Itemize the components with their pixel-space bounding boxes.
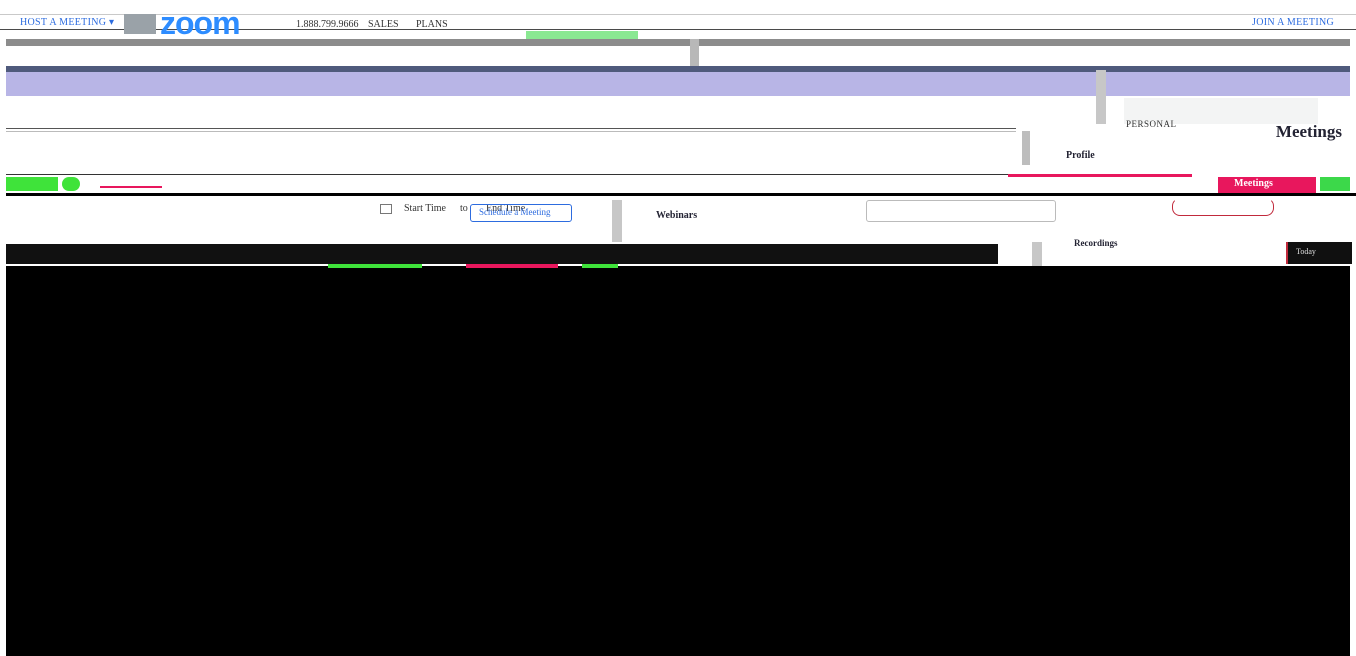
- sidebar-highlight-outline: [1172, 198, 1274, 216]
- sidebar-item-meetings[interactable]: Meetings: [1234, 178, 1273, 189]
- pink-accent-line: [1008, 174, 1192, 177]
- tab-indicator-green: [328, 264, 422, 268]
- divider-stub: [690, 39, 699, 67]
- sidebar-section-label: PERSONAL: [1126, 119, 1177, 129]
- page-title: Meetings: [1275, 122, 1342, 141]
- zoom-web-page: HOST A MEETING ▾ zoom 1.888.799.9666 SAL…: [0, 0, 1356, 656]
- tab-indicator-green-2: [582, 264, 618, 268]
- to-label: to: [460, 203, 468, 214]
- zoom-logo[interactable]: zoom: [160, 7, 241, 39]
- content-rule-2: [6, 131, 1016, 132]
- date-range-box[interactable]: [866, 200, 1056, 222]
- today-badge[interactable]: Today: [1286, 242, 1352, 264]
- green-tab-marker: [6, 177, 58, 191]
- schedule-meeting-button[interactable]: Schedule a Meeting: [470, 204, 572, 222]
- start-time-field[interactable]: Start Time: [404, 203, 446, 214]
- schedule-meeting-label: Schedule a Meeting: [479, 207, 551, 217]
- join-meeting-link[interactable]: JOIN A MEETING: [1252, 17, 1334, 28]
- content-rule: [6, 128, 1016, 129]
- host-meeting-menu[interactable]: HOST A MEETING ▾: [20, 17, 114, 28]
- banner-divider: [1096, 70, 1106, 124]
- sidebar-rail: [1022, 131, 1030, 165]
- active-tab-underline: [100, 186, 162, 188]
- sidebar-item-webinars[interactable]: Webinars: [656, 210, 697, 221]
- nav-divider: [6, 39, 1350, 46]
- calendar-icon[interactable]: [380, 204, 392, 214]
- tabs-rule: [6, 174, 1016, 175]
- plans-link[interactable]: PLANS: [416, 19, 448, 30]
- meetings-list-area: [6, 266, 1350, 656]
- toolbar-rule: [6, 193, 1356, 196]
- green-pill: [62, 177, 80, 191]
- tab-indicator-pink: [466, 264, 558, 268]
- today-badge-label: Today: [1296, 247, 1316, 256]
- table-header-bar: [6, 244, 998, 264]
- glitch-strip: [526, 31, 638, 39]
- avatar[interactable]: [124, 14, 156, 34]
- recordings-rail: [1032, 242, 1042, 268]
- green-corner: [1320, 177, 1350, 191]
- sidebar-item-profile[interactable]: Profile: [1066, 150, 1095, 161]
- sales-link[interactable]: SALES: [368, 19, 399, 30]
- sidebar-item-recordings[interactable]: Recordings: [1074, 238, 1118, 248]
- notice-banner: [6, 72, 1350, 96]
- phone-number: 1.888.799.9666: [296, 19, 359, 30]
- webinars-rail: [612, 200, 622, 242]
